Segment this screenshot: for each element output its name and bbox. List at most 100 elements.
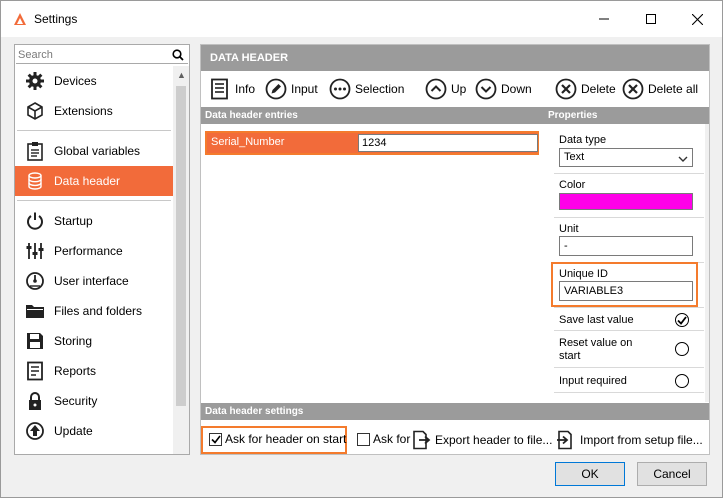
settings-sidebar: Devices Extensions Global variables Data [14,44,190,455]
app-logo-icon [13,12,27,26]
sidebar-item-label: Update [54,424,93,438]
sidebar-item-global-variables[interactable]: Global variables [15,136,173,166]
ask-for-checkbox[interactable]: Ask for [357,432,410,446]
sidebar-item-files-and-folders[interactable]: Files and folders [15,296,173,326]
import-label: Import from setup file... [580,433,703,447]
property-divider [554,217,704,218]
scroll-up-icon[interactable]: ▲ [177,70,186,80]
settings-section-bar: Data header settings [201,403,709,420]
search-box [16,46,188,64]
selection-button[interactable]: Selection [329,78,404,100]
sidebar-item-user-interface[interactable]: User interface [15,266,173,296]
sidebar-item-security[interactable]: Security [15,386,173,416]
reset-value-toggle[interactable] [675,342,689,356]
color-label: Color [559,179,586,191]
data-header-settings-row: Ask for header on start Ask for Export h… [201,426,709,454]
panel-title: DATA HEADER [201,45,709,71]
ask-header-on-start-checkbox[interactable]: Ask for header on start [209,432,346,446]
sidebar-item-extensions[interactable]: Extensions [15,96,173,126]
sidebar-item-label: Data header [54,174,121,188]
entries-section-bar: Data header entries Properties [201,107,709,124]
search-icon[interactable] [172,49,184,64]
sidebar-item-label: Performance [54,244,123,258]
chevron-up-icon [425,78,447,100]
color-swatch[interactable] [559,193,693,210]
sidebar-item-label: Reports [54,364,97,378]
maximize-button[interactable] [628,1,674,37]
minimize-button[interactable] [581,1,627,37]
sidebar-item-startup[interactable]: Startup [15,206,173,236]
ellipsis-circle-icon [329,78,351,100]
property-divider [554,330,704,331]
export-label: Export header to file... [435,433,553,447]
data-header-entry-row[interactable]: Serial_Number 1234 [205,131,539,155]
close-icon [691,13,703,25]
lock-icon [25,391,45,411]
sidebar-item-storing[interactable]: Storing [15,326,173,356]
ok-button[interactable]: OK [555,462,625,486]
delete-button[interactable]: Delete [555,78,616,100]
input-required-toggle[interactable] [675,374,689,388]
search-input[interactable] [18,47,168,63]
properties-title: Properties [548,110,598,121]
sidebar-item-data-header[interactable]: Data header [15,166,173,196]
clipboard-icon [25,141,45,161]
document-icon [211,78,228,100]
maximize-icon [646,14,656,24]
close-button[interactable] [674,1,720,37]
sidebar-item-devices[interactable]: Devices [15,66,173,96]
checkbox[interactable] [357,432,370,446]
sidebar-item-label: Global variables [54,144,141,158]
selection-label: Selection [355,82,405,96]
up-label: Up [451,82,467,96]
property-divider [554,307,704,308]
sidebar-item-update[interactable]: Update [15,416,173,446]
properties-scrollbar[interactable] [705,124,709,402]
entry-value-input[interactable]: 1234 [358,134,538,152]
sidebar-item-label: Startup [54,214,93,228]
sidebar-scrollbar[interactable]: ▲ [173,66,189,454]
input-label: Input [291,82,318,96]
unique-id-highlight [551,262,698,307]
sidebar-item-label: Security [54,394,98,408]
checkbox[interactable] [209,432,222,446]
scrollbar-thumb[interactable] [176,86,186,406]
title-bar: Settings [1,1,722,37]
reset-value-label: Reset value on start [559,337,633,362]
cancel-button[interactable]: Cancel [637,462,707,486]
update-icon [25,421,45,441]
gauge-icon [25,271,45,291]
ask-header-label: Ask for header on start [225,432,347,446]
folder-icon [25,301,45,321]
sidebar-item-performance[interactable]: Performance [15,236,173,266]
data-type-value: Text [564,151,585,163]
down-button[interactable]: Down [475,78,532,100]
pencil-circle-icon [265,78,287,100]
sidebar-item-label: Storing [54,334,93,348]
info-label: Info [235,82,256,96]
data-type-label: Data type [559,134,607,146]
sidebar-item-label: User interface [54,274,129,288]
sidebar-item-reports[interactable]: Reports [15,356,173,386]
settings-title: Data header settings [205,406,304,417]
input-button[interactable]: Input [265,78,318,100]
property-divider [554,367,704,368]
save-last-value-toggle[interactable] [675,313,689,327]
entries-title: Data header entries [205,110,298,121]
gear-icon [25,71,45,91]
unit-input[interactable]: - [559,236,693,256]
export-header-button[interactable]: Export header to file... [411,430,552,450]
import-setup-button[interactable]: Import from setup file... [556,430,703,450]
data-type-select[interactable]: Text [559,148,693,167]
sliders-icon [25,241,45,261]
entries-toolbar: Info Input Selection Up Down Delete Dele… [201,71,709,107]
up-button[interactable]: Up [425,78,466,100]
window-title: Settings [34,12,78,26]
check-icon [677,315,687,325]
info-button[interactable]: Info [209,78,255,100]
sidebar-item-label: Extensions [54,104,113,118]
export-icon [413,430,431,450]
input-required-label: Input required [559,375,627,387]
chevron-down-circle-icon [475,78,497,100]
delete-all-button[interactable]: Delete all [622,78,698,100]
